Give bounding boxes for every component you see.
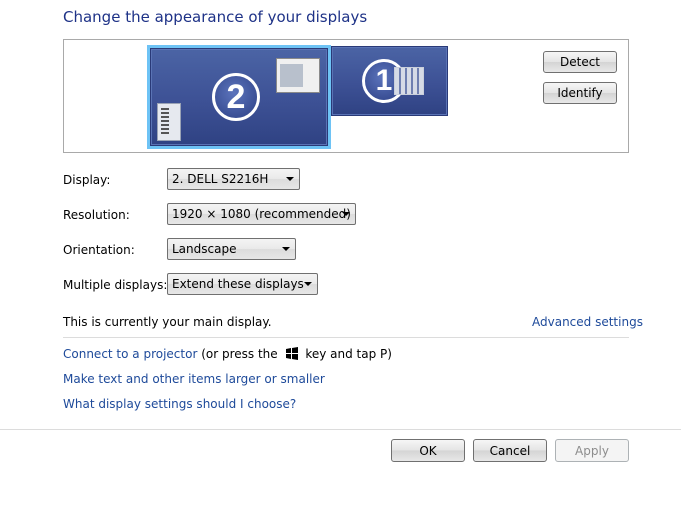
chevron-down-icon <box>282 247 290 251</box>
resolution-select[interactable]: 1920 × 1080 (recommended) <box>167 203 356 225</box>
detect-button[interactable]: Detect <box>543 51 617 73</box>
cancel-button[interactable]: Cancel <box>473 439 547 462</box>
projector-hint-after: key and tap P) <box>305 347 392 361</box>
identify-button[interactable]: Identify <box>543 82 617 104</box>
chevron-down-icon <box>286 177 294 181</box>
advanced-settings-link[interactable]: Advanced settings <box>532 315 643 329</box>
connect-projector-link[interactable]: Connect to a projector <box>63 347 197 361</box>
projector-row: Connect to a projector (or press the key… <box>63 347 392 361</box>
orientation-select[interactable]: Landscape <box>167 238 296 260</box>
projector-hint-before: (or press the <box>201 347 278 361</box>
windows-logo-icon <box>285 347 298 360</box>
display-arrangement-preview: 2 1 Detect Identify <box>63 39 629 153</box>
display-select-value: 2. DELL S2216H <box>172 172 269 186</box>
orientation-label: Orientation: <box>63 243 135 257</box>
window-thumbnail-icon <box>276 58 320 93</box>
orientation-select-value: Landscape <box>172 242 237 256</box>
page-title: Change the appearance of your displays <box>63 8 368 26</box>
multiple-displays-select-value: Extend these displays <box>172 277 304 291</box>
ok-button[interactable]: OK <box>391 439 465 462</box>
display-help-link[interactable]: What display settings should I choose? <box>63 397 296 411</box>
resolution-select-value: 1920 × 1080 (recommended) <box>172 207 351 221</box>
display-label: Display: <box>63 173 111 187</box>
monitor-1-thumbnail[interactable]: 1 <box>331 46 448 116</box>
monitor-2-thumbnail[interactable]: 2 <box>147 45 331 149</box>
section-divider <box>63 337 629 338</box>
multiple-displays-select[interactable]: Extend these displays <box>167 273 318 295</box>
chevron-down-icon <box>304 282 312 286</box>
display-select[interactable]: 2. DELL S2216H <box>167 168 300 190</box>
text-size-link[interactable]: Make text and other items larger or smal… <box>63 372 325 386</box>
apply-button[interactable]: Apply <box>555 439 629 462</box>
multiple-displays-label: Multiple displays: <box>63 278 168 292</box>
footer-divider <box>0 429 681 430</box>
monitor-2-number: 2 <box>212 73 260 121</box>
resolution-label: Resolution: <box>63 208 130 222</box>
chevron-down-icon <box>342 212 350 216</box>
taskbar-thumbnail-icon <box>157 103 181 141</box>
main-display-status: This is currently your main display. <box>63 315 272 329</box>
window-grid-icon <box>394 67 424 95</box>
